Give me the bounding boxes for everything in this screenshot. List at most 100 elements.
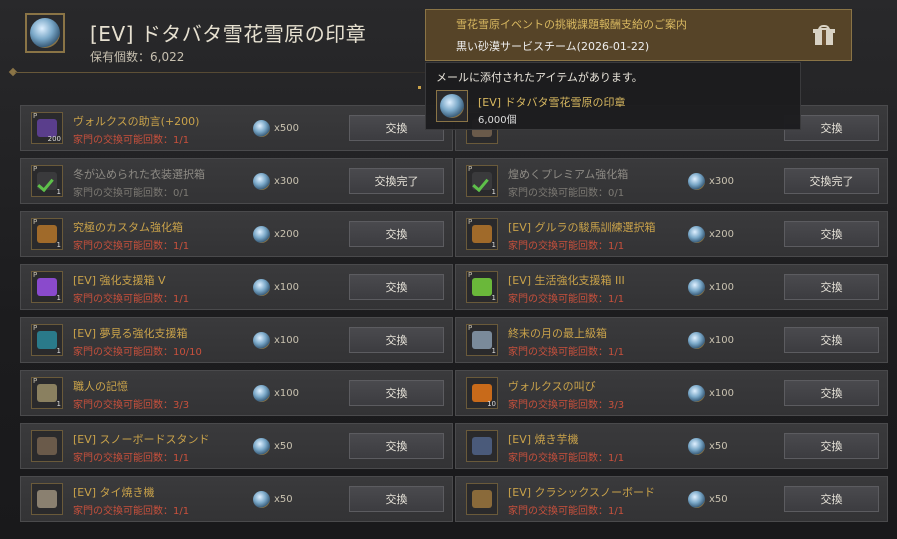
price-amount: x100	[709, 388, 735, 399]
price-amount: x50	[274, 494, 293, 505]
item-name: 究極のカスタム強化箱	[73, 221, 183, 234]
item-name: 冬が込められた衣装選択箱	[73, 168, 205, 181]
exchange-button[interactable]: 交換	[349, 327, 444, 353]
item-count: 1	[56, 400, 61, 408]
exchange-limit: 家門の交換可能回数：1/1	[73, 506, 190, 517]
exchange-button[interactable]: 交換	[349, 380, 444, 406]
exchange-button[interactable]: 交換	[784, 327, 879, 353]
exchange-button[interactable]: 交換	[784, 433, 879, 459]
exchange-button[interactable]: 交換	[349, 274, 444, 300]
item-price: x50	[688, 438, 728, 455]
snow-seal-coin-icon	[688, 385, 705, 402]
seal-bundle-icon[interactable]: P 200	[31, 112, 63, 144]
item-count: 1	[56, 347, 61, 355]
item-name: ヴォルクスの助言(+200)	[73, 115, 200, 128]
item-price: x200	[253, 226, 299, 243]
exchange-button[interactable]: 交換	[349, 221, 444, 247]
gift-icon[interactable]	[813, 25, 835, 45]
item-count: 1	[491, 294, 496, 302]
exchange-item-card: P 1 究極のカスタム強化箱 家門の交換可能回数：1/1 x200 交換	[20, 211, 453, 257]
page-title: [EV] ドタバタ雪花雪原の印章	[90, 22, 367, 46]
item-name: 職人の記憶	[73, 380, 128, 393]
costume-box-icon[interactable]: P 1	[31, 165, 63, 197]
exchange-button[interactable]: 交換	[784, 274, 879, 300]
item-count: 1	[56, 241, 61, 249]
exchange-complete-button[interactable]: 交換完了	[349, 168, 444, 194]
item-name: [EV] 生活強化支援箱 III	[508, 274, 625, 287]
snowboard-stand-icon[interactable]	[31, 430, 63, 462]
item-price: x100	[688, 279, 734, 296]
exchange-item-card: P 1 終末の月の最上級箱 家門の交換可能回数：1/1 x100 交換	[455, 317, 888, 363]
item-grade: P	[468, 218, 473, 226]
teal-chest-icon[interactable]: P 1	[31, 324, 63, 356]
item-count: 1	[491, 241, 496, 249]
exchange-grid: P 200 ヴォルクスの助言(+200) 家門の交換可能回数：1/1 x500 …	[20, 105, 888, 529]
item-count: 1	[56, 188, 61, 196]
exchange-limit: 家門の交換可能回数：1/1	[508, 241, 625, 252]
exchange-button[interactable]: 交換	[349, 486, 444, 512]
item-price: x50	[688, 491, 728, 508]
purple-box-icon[interactable]: P 1	[31, 271, 63, 303]
item-grade: P	[468, 324, 473, 332]
snow-seal-coin-icon	[436, 90, 468, 122]
price-amount: x500	[274, 123, 300, 134]
roasting-machine-icon[interactable]	[466, 430, 498, 462]
exchange-button[interactable]: 交換	[349, 433, 444, 459]
price-amount: x50	[709, 441, 728, 452]
attachment-tooltip: メールに添付されたアイテムがあります。 [EV] ドタバタ雪花雪原の印章 6,0…	[425, 62, 801, 130]
mail-notification[interactable]: 雪花雪原イベントの挑戦課題報酬支給のご案内 黒い砂漠サービスチーム(2026-0…	[425, 9, 852, 61]
snow-seal-coin-icon	[253, 332, 270, 349]
item-price: x500	[253, 120, 299, 137]
item-price: x100	[688, 332, 734, 349]
tooltip-item-name: [EV] ドタバタ雪花雪原の印章	[478, 96, 626, 109]
item-count: 1	[491, 188, 496, 196]
item-name: 煌めくプレミアム強化箱	[508, 168, 629, 181]
taiyaki-machine-icon[interactable]	[31, 483, 63, 515]
green-box-icon[interactable]: P 1	[466, 271, 498, 303]
exchange-item-card: [EV] スノーボードスタンド 家門の交換可能回数：1/1 x50 交換	[20, 423, 453, 469]
exchange-item-card: 10 ヴォルクスの叫び 家門の交換可能回数：3/3 x100 交換	[455, 370, 888, 416]
exchange-limit: 家門の交換可能回数：1/1	[73, 294, 190, 305]
notification-sender: 黒い砂漠サービスチーム(2026-01-22)	[456, 40, 650, 53]
item-grade: P	[468, 271, 473, 279]
snow-seal-coin-icon	[688, 438, 705, 455]
header-divider	[15, 72, 467, 73]
snowboard-icon[interactable]	[466, 483, 498, 515]
checkmark-icon	[38, 176, 56, 190]
treasure-chest-icon[interactable]: P 1	[466, 218, 498, 250]
item-price: x200	[688, 226, 734, 243]
exchange-item-card: P 1 [EV] 強化支援箱 V 家門の交換可能回数：1/1 x100 交換	[20, 264, 453, 310]
exchange-button[interactable]: 交換	[784, 221, 879, 247]
orange-orb-icon[interactable]: 10	[466, 377, 498, 409]
exchange-button[interactable]: 交換	[784, 380, 879, 406]
price-amount: x300	[274, 176, 300, 187]
snow-seal-coin-icon	[253, 491, 270, 508]
exchange-limit: 家門の交換可能回数：1/1	[508, 294, 625, 305]
item-name: [EV] グルラの駿馬訓練選択箱	[508, 221, 656, 234]
page-indicator	[418, 86, 421, 89]
item-name: [EV] 夢見る強化支援箱	[73, 327, 188, 340]
exchange-limit: 家門の交換可能回数：1/1	[73, 453, 190, 464]
item-grade: P	[33, 112, 38, 120]
item-name: 終末の月の最上級箱	[508, 327, 607, 340]
exchange-item-card: P 1 [EV] 夢見る強化支援箱 家門の交換可能回数：10/10 x100 交…	[20, 317, 453, 363]
exchange-item-card: [EV] クラシックスノーボード 家門の交換可能回数：1/1 x50 交換	[455, 476, 888, 522]
exchange-complete-button[interactable]: 交換完了	[784, 168, 879, 194]
exchange-row: P 1 究極のカスタム強化箱 家門の交換可能回数：1/1 x200 交換 P 1…	[20, 211, 888, 257]
item-grade: P	[33, 165, 38, 173]
silver-box-icon[interactable]: P 1	[466, 324, 498, 356]
premium-box-icon[interactable]: P 1	[466, 165, 498, 197]
snow-seal-coin-icon	[688, 332, 705, 349]
snow-seal-coin-icon	[688, 279, 705, 296]
exchange-row: [EV] スノーボードスタンド 家門の交換可能回数：1/1 x50 交換 [EV…	[20, 423, 888, 469]
exchange-button[interactable]: 交換	[784, 486, 879, 512]
item-price: x100	[253, 385, 299, 402]
item-name: [EV] クラシックスノーボード	[508, 486, 656, 499]
memory-scroll-icon[interactable]: P 1	[31, 377, 63, 409]
treasure-chest-icon[interactable]: P 1	[31, 218, 63, 250]
owned-count: 保有個数：6,022	[90, 50, 185, 64]
item-name: [EV] タイ焼き機	[73, 486, 155, 499]
price-amount: x100	[274, 335, 300, 346]
item-grade: P	[33, 271, 38, 279]
exchange-limit: 家門の交換可能回数：1/1	[73, 135, 190, 146]
